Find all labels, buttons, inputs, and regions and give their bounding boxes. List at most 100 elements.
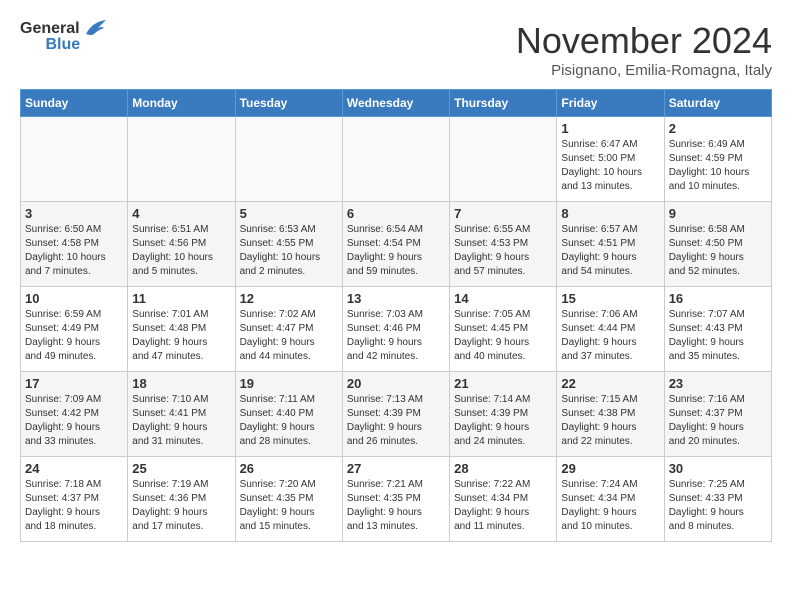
calendar-cell: 7 Sunrise: 6:55 AM Sunset: 4:53 PM Daylig… <box>450 202 557 287</box>
cell-content: Sunrise: 7:05 AM Sunset: 4:45 PM Dayligh… <box>454 308 552 364</box>
cell-content: Sunrise: 6:47 AM Sunset: 5:00 PM Dayligh… <box>561 138 659 194</box>
calendar-cell: 11 Sunrise: 7:01 AM Sunset: 4:48 PM Dayli… <box>128 287 235 372</box>
cell-content: Sunrise: 7:01 AM Sunset: 4:48 PM Dayligh… <box>132 308 230 364</box>
cell-content: Sunrise: 7:11 AM Sunset: 4:40 PM Dayligh… <box>240 393 338 449</box>
cell-content: Sunrise: 7:22 AM Sunset: 4:34 PM Dayligh… <box>454 478 552 534</box>
cell-content: Sunrise: 7:19 AM Sunset: 4:36 PM Dayligh… <box>132 478 230 534</box>
calendar-cell <box>21 117 128 202</box>
cell-content: Sunrise: 7:18 AM Sunset: 4:37 PM Dayligh… <box>25 478 123 534</box>
calendar-cell: 19 Sunrise: 7:11 AM Sunset: 4:40 PM Dayli… <box>235 372 342 457</box>
location-subtitle: Pisignano, Emilia-Romagna, Italy <box>516 62 772 79</box>
day-number: 1 <box>561 121 659 136</box>
calendar-cell: 21 Sunrise: 7:14 AM Sunset: 4:39 PM Dayli… <box>450 372 557 457</box>
day-number: 15 <box>561 291 659 306</box>
day-number: 19 <box>240 376 338 391</box>
logo-blue: Blue <box>20 36 106 54</box>
calendar-cell: 13 Sunrise: 7:03 AM Sunset: 4:46 PM Dayli… <box>342 287 449 372</box>
day-number: 2 <box>669 121 767 136</box>
cell-content: Sunrise: 7:03 AM Sunset: 4:46 PM Dayligh… <box>347 308 445 364</box>
day-number: 30 <box>669 461 767 476</box>
calendar-cell: 3 Sunrise: 6:50 AM Sunset: 4:58 PM Daylig… <box>21 202 128 287</box>
logo: General Blue <box>20 20 106 54</box>
day-number: 24 <box>25 461 123 476</box>
day-number: 17 <box>25 376 123 391</box>
day-number: 18 <box>132 376 230 391</box>
column-header-friday: Friday <box>557 90 664 117</box>
cell-content: Sunrise: 6:59 AM Sunset: 4:49 PM Dayligh… <box>25 308 123 364</box>
day-number: 29 <box>561 461 659 476</box>
cell-content: Sunrise: 7:20 AM Sunset: 4:35 PM Dayligh… <box>240 478 338 534</box>
day-number: 6 <box>347 206 445 221</box>
cell-content: Sunrise: 7:15 AM Sunset: 4:38 PM Dayligh… <box>561 393 659 449</box>
day-number: 11 <box>132 291 230 306</box>
column-header-tuesday: Tuesday <box>235 90 342 117</box>
calendar-cell <box>235 117 342 202</box>
cell-content: Sunrise: 7:14 AM Sunset: 4:39 PM Dayligh… <box>454 393 552 449</box>
calendar-cell: 18 Sunrise: 7:10 AM Sunset: 4:41 PM Dayli… <box>128 372 235 457</box>
day-number: 14 <box>454 291 552 306</box>
day-number: 26 <box>240 461 338 476</box>
calendar-cell: 12Sunrise: 7:02 AM Sunset: 4:47 PM Dayli… <box>235 287 342 372</box>
cell-content: Sunrise: 6:53 AM Sunset: 4:55 PM Dayligh… <box>240 223 338 279</box>
calendar-week-4: 24 Sunrise: 7:18 AM Sunset: 4:37 PM Dayli… <box>21 457 772 542</box>
month-title: November 2024 <box>516 20 772 62</box>
cell-content: Sunrise: 7:10 AM Sunset: 4:41 PM Dayligh… <box>132 393 230 449</box>
calendar-week-1: 3 Sunrise: 6:50 AM Sunset: 4:58 PM Daylig… <box>21 202 772 287</box>
calendar-cell: 1 Sunrise: 6:47 AM Sunset: 5:00 PM Daylig… <box>557 117 664 202</box>
day-number: 8 <box>561 206 659 221</box>
calendar-cell: 6 Sunrise: 6:54 AM Sunset: 4:54 PM Daylig… <box>342 202 449 287</box>
calendar-cell: 8 Sunrise: 6:57 AM Sunset: 4:51 PM Daylig… <box>557 202 664 287</box>
cell-content: Sunrise: 7:09 AM Sunset: 4:42 PM Dayligh… <box>25 393 123 449</box>
column-header-monday: Monday <box>128 90 235 117</box>
day-number: 13 <box>347 291 445 306</box>
day-number: 27 <box>347 461 445 476</box>
cell-content: Sunrise: 7:07 AM Sunset: 4:43 PM Dayligh… <box>669 308 767 364</box>
calendar-cell: 20 Sunrise: 7:13 AM Sunset: 4:39 PM Dayli… <box>342 372 449 457</box>
cell-content: Sunrise: 7:21 AM Sunset: 4:35 PM Dayligh… <box>347 478 445 534</box>
calendar-cell <box>128 117 235 202</box>
day-number: 23 <box>669 376 767 391</box>
calendar-cell: 23 Sunrise: 7:16 AM Sunset: 4:37 PM Dayli… <box>664 372 771 457</box>
calendar-cell: 29Sunrise: 7:24 AM Sunset: 4:34 PM Dayli… <box>557 457 664 542</box>
calendar-table: SundayMondayTuesdayWednesdayThursdayFrid… <box>20 89 772 542</box>
cell-content: Sunrise: 6:57 AM Sunset: 4:51 PM Dayligh… <box>561 223 659 279</box>
day-number: 9 <box>669 206 767 221</box>
day-number: 10 <box>25 291 123 306</box>
calendar-cell: 28Sunrise: 7:22 AM Sunset: 4:34 PM Dayli… <box>450 457 557 542</box>
column-header-saturday: Saturday <box>664 90 771 117</box>
title-block: November 2024 Pisignano, Emilia-Romagna,… <box>516 20 772 79</box>
day-number: 5 <box>240 206 338 221</box>
day-number: 25 <box>132 461 230 476</box>
calendar-cell: 26 Sunrise: 7:20 AM Sunset: 4:35 PM Dayli… <box>235 457 342 542</box>
page-header: General Blue November 2024 Pisignano, Em… <box>20 20 772 79</box>
column-header-sunday: Sunday <box>21 90 128 117</box>
calendar-cell: 15 Sunrise: 7:06 AM Sunset: 4:44 PM Dayli… <box>557 287 664 372</box>
calendar-week-2: 10 Sunrise: 6:59 AM Sunset: 4:49 PM Dayli… <box>21 287 772 372</box>
day-number: 3 <box>25 206 123 221</box>
cell-content: Sunrise: 6:55 AM Sunset: 4:53 PM Dayligh… <box>454 223 552 279</box>
cell-content: Sunrise: 6:50 AM Sunset: 4:58 PM Dayligh… <box>25 223 123 279</box>
day-number: 21 <box>454 376 552 391</box>
cell-content: Sunrise: 7:13 AM Sunset: 4:39 PM Dayligh… <box>347 393 445 449</box>
calendar-cell: 9Sunrise: 6:58 AM Sunset: 4:50 PM Daylig… <box>664 202 771 287</box>
calendar-cell: 16Sunrise: 7:07 AM Sunset: 4:43 PM Dayli… <box>664 287 771 372</box>
calendar-cell: 14 Sunrise: 7:05 AM Sunset: 4:45 PM Dayli… <box>450 287 557 372</box>
day-number: 20 <box>347 376 445 391</box>
calendar-week-3: 17 Sunrise: 7:09 AM Sunset: 4:42 PM Dayli… <box>21 372 772 457</box>
calendar-cell: 2Sunrise: 6:49 AM Sunset: 4:59 PM Daylig… <box>664 117 771 202</box>
calendar-cell: 30Sunrise: 7:25 AM Sunset: 4:33 PM Dayli… <box>664 457 771 542</box>
cell-content: Sunrise: 7:16 AM Sunset: 4:37 PM Dayligh… <box>669 393 767 449</box>
calendar-cell: 4Sunrise: 6:51 AM Sunset: 4:56 PM Daylig… <box>128 202 235 287</box>
cell-content: Sunrise: 7:06 AM Sunset: 4:44 PM Dayligh… <box>561 308 659 364</box>
calendar-cell: 22 Sunrise: 7:15 AM Sunset: 4:38 PM Dayli… <box>557 372 664 457</box>
calendar-week-0: 1 Sunrise: 6:47 AM Sunset: 5:00 PM Daylig… <box>21 117 772 202</box>
day-number: 22 <box>561 376 659 391</box>
calendar-cell: 25 Sunrise: 7:19 AM Sunset: 4:36 PM Dayli… <box>128 457 235 542</box>
day-number: 7 <box>454 206 552 221</box>
cell-content: Sunrise: 6:54 AM Sunset: 4:54 PM Dayligh… <box>347 223 445 279</box>
calendar-cell: 24 Sunrise: 7:18 AM Sunset: 4:37 PM Dayli… <box>21 457 128 542</box>
calendar-cell <box>342 117 449 202</box>
column-header-wednesday: Wednesday <box>342 90 449 117</box>
logo-bird-icon <box>84 20 106 38</box>
cell-content: Sunrise: 7:02 AM Sunset: 4:47 PM Dayligh… <box>240 308 338 364</box>
